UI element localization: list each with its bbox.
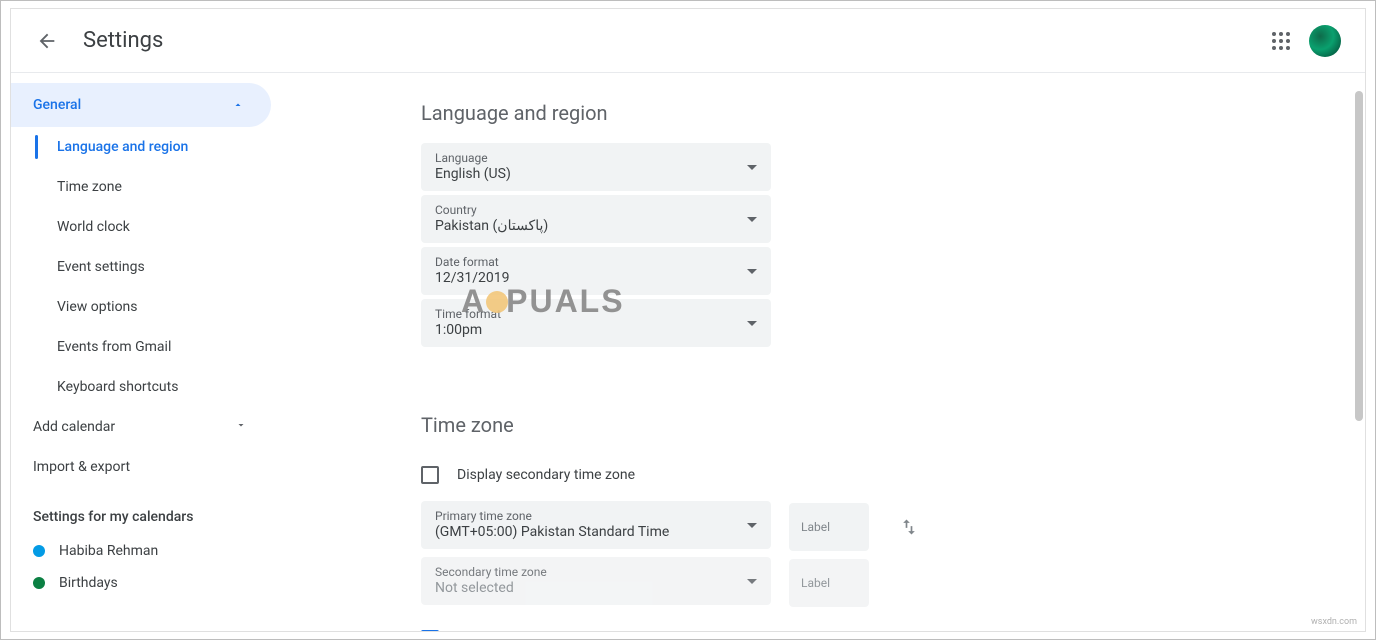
- calendar-item-0[interactable]: Habiba Rehman: [11, 535, 271, 567]
- caret-down-icon: [747, 579, 757, 584]
- language-select[interactable]: Language English (US): [421, 143, 771, 191]
- nav-item-time-zone[interactable]: Time zone: [11, 167, 271, 207]
- display-secondary-row: Display secondary time zone: [421, 455, 1365, 495]
- secondary-tz-row: Secondary time zone Not selected Label: [421, 557, 1365, 609]
- nav-item-language-region[interactable]: Language and region: [11, 127, 271, 167]
- date-format-select[interactable]: Date format 12/31/2019: [421, 247, 771, 295]
- settings-sidebar: General Language and region Time zone Wo…: [11, 73, 271, 631]
- arrow-left-icon: [36, 30, 58, 52]
- nav-header-label: General: [33, 97, 81, 113]
- caret-down-icon: [747, 217, 757, 222]
- ask-update-checkbox[interactable]: [421, 630, 439, 631]
- calendar-item-1[interactable]: Birthdays: [11, 567, 271, 599]
- calendar-color-dot: [33, 577, 45, 589]
- nav-item-view-options[interactable]: View options: [11, 287, 271, 327]
- ask-update-row: Ask to update my primary time zone to cu…: [421, 619, 1365, 631]
- display-secondary-checkbox[interactable]: [421, 466, 439, 484]
- content-body: General Language and region Time zone Wo…: [11, 73, 1365, 631]
- nav-item-keyboard-shortcuts[interactable]: Keyboard shortcuts: [11, 367, 271, 407]
- apps-grid-icon: [1272, 32, 1290, 50]
- chevron-down-icon: [235, 419, 247, 435]
- window-frame: Settings General Language and region Tim…: [0, 0, 1376, 640]
- primary-tz-label-input[interactable]: Label: [789, 503, 869, 551]
- nav-import-export[interactable]: Import & export: [11, 447, 271, 487]
- primary-tz-row: Primary time zone (GMT+05:00) Pakistan S…: [421, 501, 1365, 553]
- nav-items-general: Language and region Time zone World cloc…: [11, 127, 271, 407]
- settings-main: Language and region Language English (US…: [271, 73, 1365, 631]
- page-title: Settings: [83, 28, 163, 53]
- nav-section-general: General Language and region Time zone Wo…: [11, 83, 271, 407]
- secondary-timezone-select[interactable]: Secondary time zone Not selected: [421, 557, 771, 605]
- nav-item-event-settings[interactable]: Event settings: [11, 247, 271, 287]
- nav-header-general[interactable]: General: [11, 83, 271, 127]
- secondary-tz-label-input[interactable]: Label: [789, 559, 869, 607]
- caret-down-icon: [747, 165, 757, 170]
- nav-add-calendar[interactable]: Add calendar: [11, 407, 271, 447]
- language-region-fields: Language English (US) Country Pakistan (…: [421, 143, 1365, 347]
- caret-down-icon: [747, 321, 757, 326]
- section-title-time-zone: Time zone: [421, 413, 1365, 437]
- time-format-select[interactable]: Time format 1:00pm: [421, 299, 771, 347]
- calendar-color-dot: [33, 545, 45, 557]
- caret-down-icon: [747, 523, 757, 528]
- chevron-up-icon: [229, 96, 247, 114]
- section-title-language-region: Language and region: [421, 101, 1365, 125]
- account-avatar[interactable]: [1309, 25, 1341, 57]
- swap-vert-icon: [899, 517, 919, 537]
- caret-down-icon: [747, 269, 757, 274]
- nav-item-events-from-gmail[interactable]: Events from Gmail: [11, 327, 271, 367]
- nav-item-world-clock[interactable]: World clock: [11, 207, 271, 247]
- swap-timezones-button[interactable]: [891, 509, 927, 545]
- my-calendars-section-title: Settings for my calendars: [11, 487, 271, 535]
- country-select[interactable]: Country Pakistan (‫پاکستان‬): [421, 195, 771, 243]
- back-button[interactable]: [27, 21, 67, 61]
- scrollbar-thumb[interactable]: [1355, 91, 1363, 421]
- primary-timezone-select[interactable]: Primary time zone (GMT+05:00) Pakistan S…: [421, 501, 771, 549]
- app-header: Settings: [11, 9, 1365, 73]
- google-apps-button[interactable]: [1261, 21, 1301, 61]
- app-container: Settings General Language and region Tim…: [10, 8, 1366, 632]
- image-credit: wsxdn.com: [1311, 617, 1357, 627]
